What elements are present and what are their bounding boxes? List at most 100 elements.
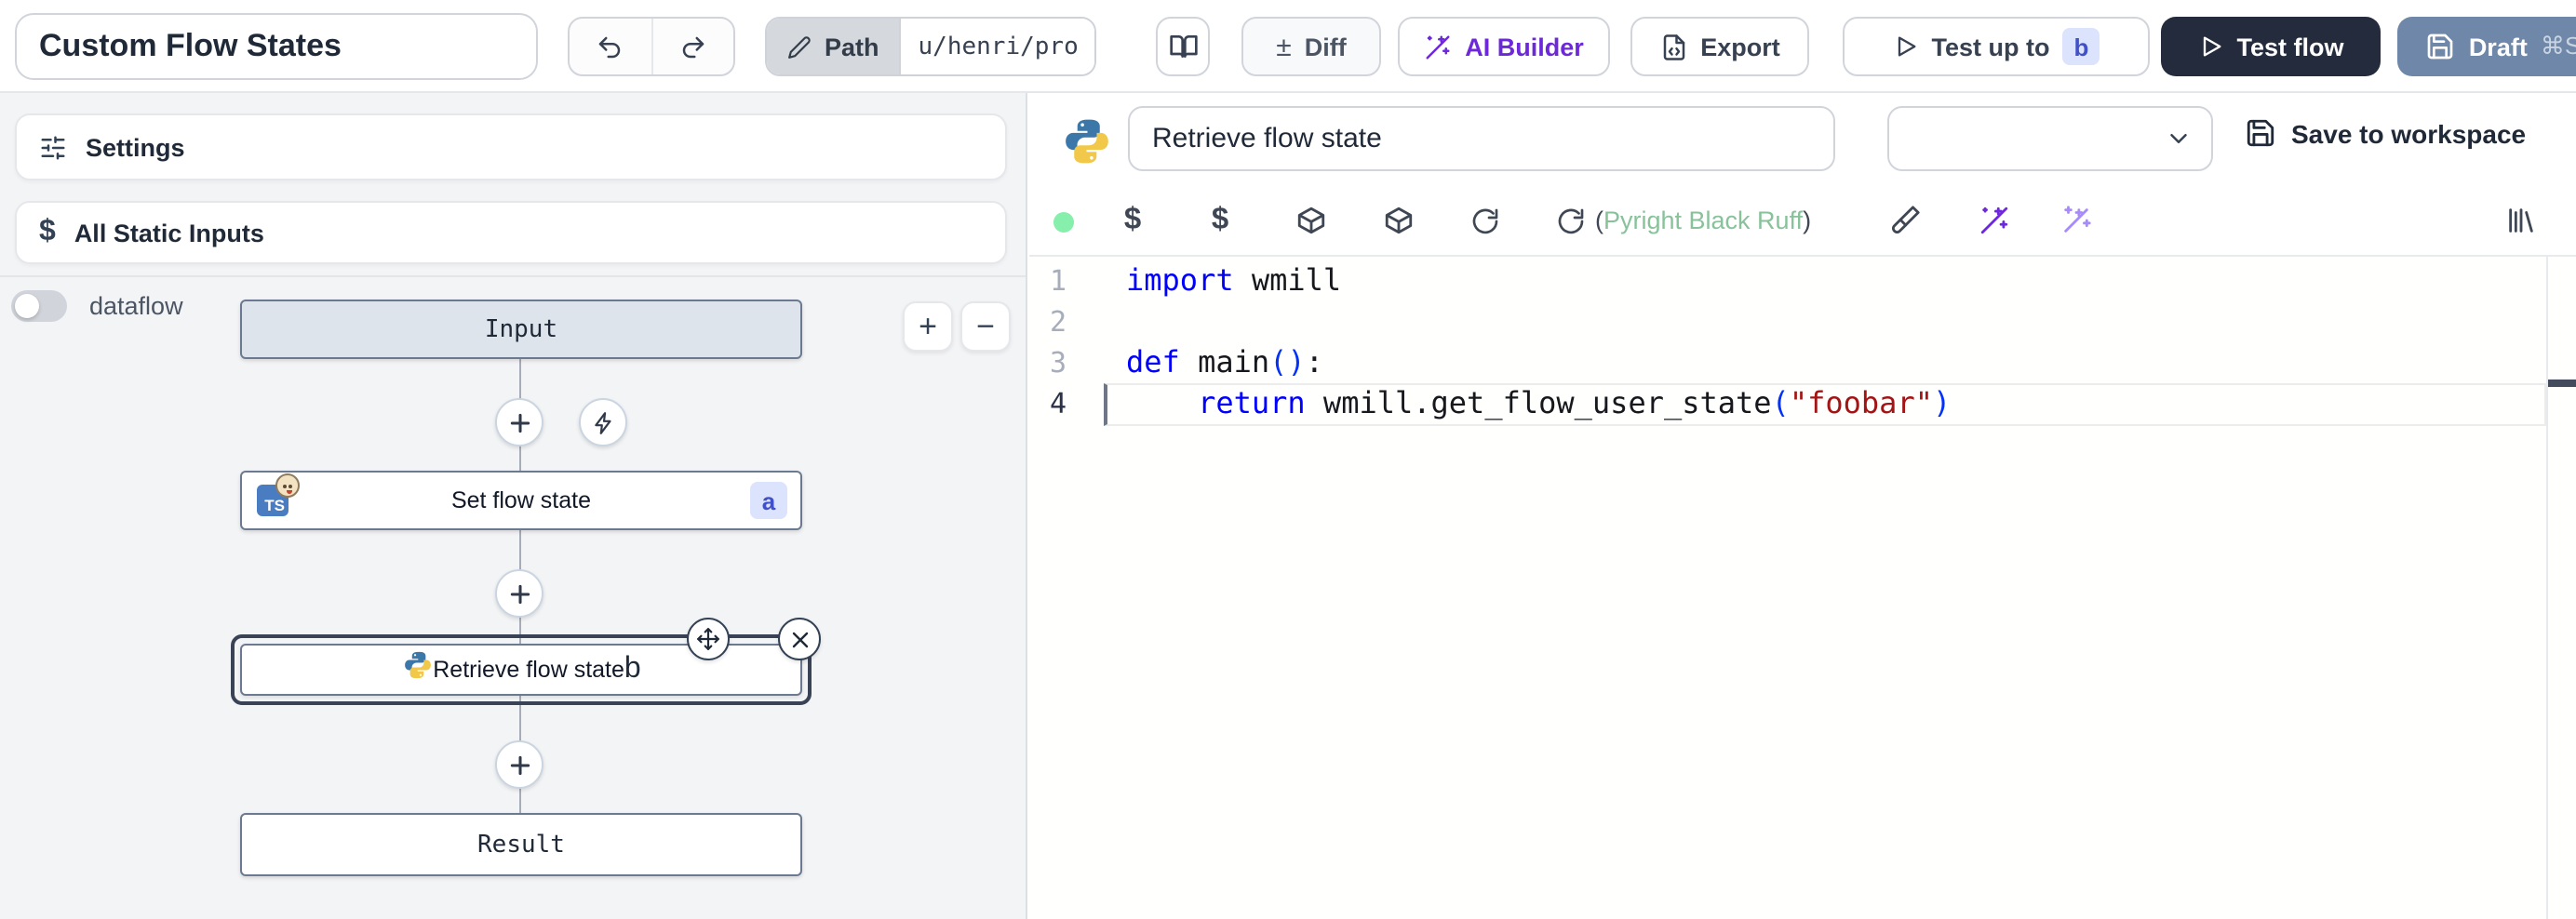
path-label: Path <box>825 33 879 60</box>
code-line-4[interactable]: 4 return wmill.get_flow_user_state("foob… <box>1029 383 2576 424</box>
bun-icon <box>275 473 300 498</box>
undo-icon <box>597 33 624 60</box>
dataflow-label: dataflow <box>89 292 183 320</box>
plus-icon <box>507 753 531 777</box>
language-select[interactable] <box>1887 106 2213 171</box>
node-label: Set flow state <box>451 487 591 513</box>
assistants-paren-open: ( <box>1595 206 1603 234</box>
diff-label: Diff <box>1305 33 1347 60</box>
step-name-input[interactable] <box>1128 106 1835 171</box>
format-brush-icon[interactable] <box>1889 205 1921 236</box>
save-to-workspace-button[interactable]: Save to workspace <box>2245 117 2526 149</box>
step-id-badge: a <box>750 482 787 519</box>
flow-node-set-flow-state[interactable]: TS Set flow state a <box>240 471 802 530</box>
code-lines: 1 import wmill 23def main():4 return wmill… <box>1029 260 2576 424</box>
code-line-2[interactable]: 2 <box>1029 301 2576 342</box>
undo-redo-group <box>568 17 735 76</box>
move-icon <box>696 627 720 651</box>
export-button[interactable]: Export <box>1630 17 1809 76</box>
play-icon <box>2197 33 2223 60</box>
test-up-to-step-badge: b <box>2063 28 2100 65</box>
toggle-knob <box>15 294 39 318</box>
python-icon <box>401 649 433 690</box>
path-value[interactable]: u/henri/pro <box>900 19 1095 74</box>
code-text: return wmill.get_flow_user_state("foobar… <box>1126 383 1951 424</box>
delete-step-button[interactable] <box>778 618 821 660</box>
line-number: 2 <box>1029 301 1067 342</box>
path-label-segment[interactable]: Path <box>767 19 900 74</box>
ai-builder-label: AI Builder <box>1465 33 1584 60</box>
top-toolbar: Path u/henri/pro ± Diff AI Builder Expor… <box>0 0 2576 93</box>
library-icon[interactable] <box>2505 205 2537 236</box>
zoom-in-button[interactable]: + <box>903 301 953 352</box>
code-assistants-label[interactable]: (Pyright Black Ruff) <box>1595 206 1811 234</box>
settings-label: Settings <box>86 133 185 161</box>
flow-node-input[interactable]: Input <box>240 300 802 359</box>
resources-icon[interactable]: $ <box>1204 205 1236 236</box>
node-label: Retrieve flow state <box>433 657 624 683</box>
draft-shortcut: ⌘S <box>2541 32 2576 61</box>
add-step-button[interactable] <box>495 569 543 618</box>
python-icon <box>1061 115 1113 177</box>
code-editor[interactable]: 1 import wmill 23def main():4 return wmill… <box>1029 257 2576 919</box>
close-icon <box>788 628 811 650</box>
flow-title-input[interactable] <box>15 13 538 80</box>
node-label: Result <box>477 831 565 859</box>
draft-button[interactable]: Draft ⌘S <box>2397 17 2576 76</box>
package-icon[interactable] <box>1295 205 1327 236</box>
code-line-1[interactable]: 1 import wmill <box>1029 260 2576 301</box>
bun-typescript-icon: TS <box>257 485 288 516</box>
code-line-3[interactable]: 3def main(): <box>1029 342 2576 383</box>
reload-icon[interactable] <box>1554 205 1586 236</box>
lightning-bolt-icon <box>591 410 615 434</box>
dataflow-toggle[interactable] <box>11 290 67 322</box>
package-icon[interactable] <box>1383 205 1415 236</box>
add-step-button[interactable] <box>495 740 543 789</box>
assistants-names: Pyright Black Ruff <box>1603 206 1803 234</box>
move-step-button[interactable] <box>687 618 730 660</box>
code-text: import wmill <box>1126 260 1341 301</box>
flow-node-result[interactable]: Result <box>240 813 802 876</box>
lint-status-dot <box>1053 211 1074 232</box>
code-text: def main(): <box>1126 342 1323 383</box>
line-number: 1 <box>1029 260 1067 301</box>
test-up-to-button[interactable]: Test up to b <box>1843 17 2150 76</box>
save-to-workspace-label: Save to workspace <box>2291 118 2526 148</box>
all-static-inputs-button[interactable]: $ All Static Inputs <box>15 201 1007 264</box>
book-open-icon <box>1168 32 1198 61</box>
step-editor-panel: Save to workspace $ $ (Pyright Black Ruf… <box>1029 93 2576 919</box>
zoom-out-button[interactable]: − <box>960 301 1011 352</box>
undo-button[interactable] <box>570 19 651 74</box>
flow-sidebar: Settings $ All Static Inputs dataflow In… <box>0 93 1027 919</box>
add-trigger-button[interactable] <box>579 398 627 446</box>
diff-button[interactable]: ± Diff <box>1241 17 1381 76</box>
settings-button[interactable]: Settings <box>15 113 1007 180</box>
dataflow-toggle-row: dataflow <box>11 290 183 322</box>
test-up-to-label: Test up to <box>1932 33 2050 60</box>
sidebar-divider <box>0 275 1026 277</box>
app-window: Path u/henri/pro ± Diff AI Builder Expor… <box>0 0 2576 919</box>
docs-button[interactable] <box>1156 17 1210 76</box>
plus-icon <box>507 410 531 434</box>
line-number: 4 <box>1029 383 1067 424</box>
path-control[interactable]: Path u/henri/pro <box>765 17 1097 76</box>
add-step-button[interactable] <box>495 398 543 446</box>
chevron-down-icon <box>2165 125 2193 162</box>
ai-builder-button[interactable]: AI Builder <box>1398 17 1610 76</box>
plus-icon <box>507 581 531 606</box>
step-id-badge: b <box>624 653 641 686</box>
sliders-icon <box>39 133 67 161</box>
node-label: Input <box>485 315 557 343</box>
all-static-inputs-label: All Static Inputs <box>74 219 264 246</box>
variables-icon[interactable]: $ <box>1117 205 1148 236</box>
reload-icon[interactable] <box>1469 205 1501 236</box>
dollar-icon: $ <box>39 216 56 249</box>
save-icon <box>2426 32 2456 61</box>
ai-sparkles-icon[interactable] <box>2060 205 2092 236</box>
ai-wand-icon[interactable] <box>1979 205 2010 236</box>
draft-label: Draft <box>2469 33 2528 60</box>
test-flow-button[interactable]: Test flow <box>2161 17 2381 76</box>
wand-sparkles-icon <box>1424 33 1452 60</box>
redo-button[interactable] <box>651 19 733 74</box>
file-export-icon <box>1659 33 1687 60</box>
